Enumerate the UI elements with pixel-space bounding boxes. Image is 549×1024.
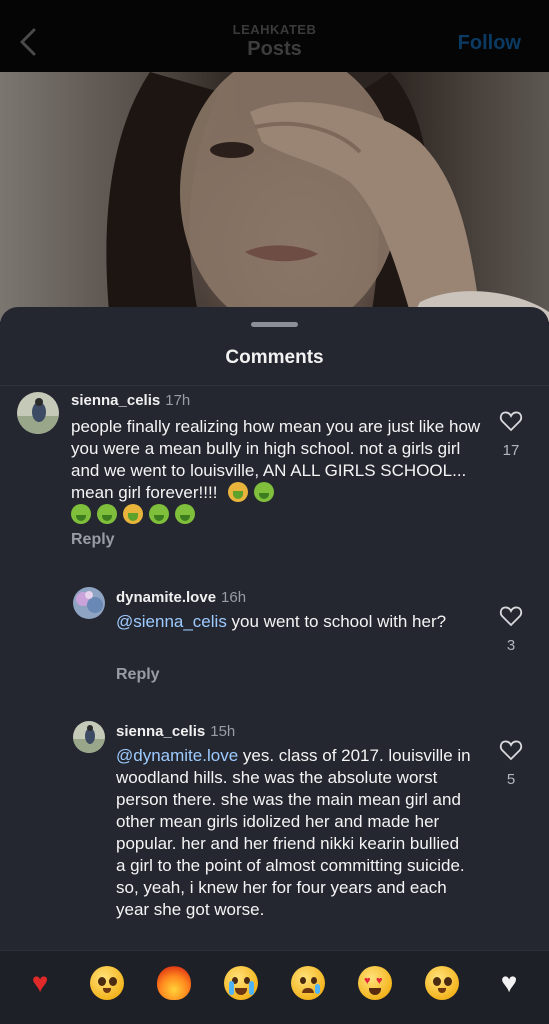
nauseated-face-emoji [97, 504, 117, 524]
avatar[interactable] [73, 721, 105, 753]
comment-username[interactable]: sienna_celis [116, 723, 205, 740]
pleading-face-icon[interactable] [425, 966, 459, 1000]
post-video[interactable] [0, 72, 549, 322]
comment-reply-item: dynamite.love 16h @sienna_celis you went … [73, 587, 537, 697]
like-count: 5 [506, 771, 516, 788]
comment-time: 17h [165, 392, 191, 409]
comment-item: sienna_celis 17h people finally realizing… [17, 392, 537, 562]
nauseated-face-emoji [254, 482, 275, 502]
comment-username[interactable]: dynamite.love [116, 589, 216, 606]
nauseated-face-emoji [149, 504, 169, 524]
heart-outline-icon[interactable] [499, 605, 523, 627]
like-count: 17 [502, 442, 520, 459]
divider [0, 385, 549, 386]
comment-header: sienna_celis 15h [116, 723, 235, 740]
comment-text: @sienna_celis you went to school with he… [116, 611, 461, 633]
follow-button[interactable]: Follow [458, 32, 521, 55]
comment-reply-item: sienna_celis 15h @dynamite.love yes. clas… [73, 721, 537, 951]
comment-time: 15h [210, 723, 236, 740]
vomiting-face-emoji [228, 482, 249, 502]
comments-title: Comments [225, 347, 324, 368]
heart-outline-icon[interactable] [499, 410, 523, 432]
heart-outline-icon[interactable] [499, 739, 523, 761]
like-count: 3 [506, 637, 516, 654]
heart-eyes-face-icon[interactable]: ♥ ♥ [358, 966, 392, 1000]
avatar[interactable] [73, 587, 105, 619]
avatar[interactable] [17, 392, 59, 434]
reply-button[interactable]: Reply [116, 666, 160, 684]
comment-time: 16h [221, 589, 247, 606]
nauseated-face-emoji [71, 504, 91, 524]
loudly-crying-face-icon[interactable] [224, 966, 258, 1000]
post-video-frame [106, 72, 549, 322]
comments-sheet: Comments sienna_celis 17h people finally … [0, 307, 549, 1024]
mention-link[interactable]: @dynamite.love [116, 746, 238, 765]
comment-body: yes. class of 2017. louisville in woodla… [116, 746, 471, 919]
drag-handle[interactable] [251, 322, 298, 327]
white-heart-icon[interactable]: ♥ [492, 966, 526, 1000]
emoji-reaction-bar: ♥ ♥ ♥ ♥ [0, 950, 549, 1024]
comment-body: people finally realizing how mean you ar… [71, 417, 481, 502]
crying-face-icon[interactable] [291, 966, 325, 1000]
top-bar: LEAHKATEB Posts Follow [0, 0, 549, 72]
comment-body: you went to school with her? [226, 612, 447, 631]
comment-header: dynamite.love 16h [116, 589, 246, 606]
comment-username[interactable]: sienna_celis [71, 392, 160, 409]
comment-text: @dynamite.love yes. class of 2017. louis… [116, 745, 471, 921]
comment-text: people finally realizing how mean you ar… [71, 416, 491, 526]
nauseated-face-emoji [175, 504, 195, 524]
vomiting-face-emoji [123, 504, 143, 524]
reply-button[interactable]: Reply [71, 531, 115, 549]
red-heart-icon[interactable]: ♥ [23, 966, 57, 1000]
fire-icon[interactable] [157, 966, 191, 1000]
mention-link[interactable]: @sienna_celis [116, 612, 227, 631]
pleading-face-icon[interactable] [90, 966, 124, 1000]
comment-header: sienna_celis 17h [71, 392, 190, 409]
